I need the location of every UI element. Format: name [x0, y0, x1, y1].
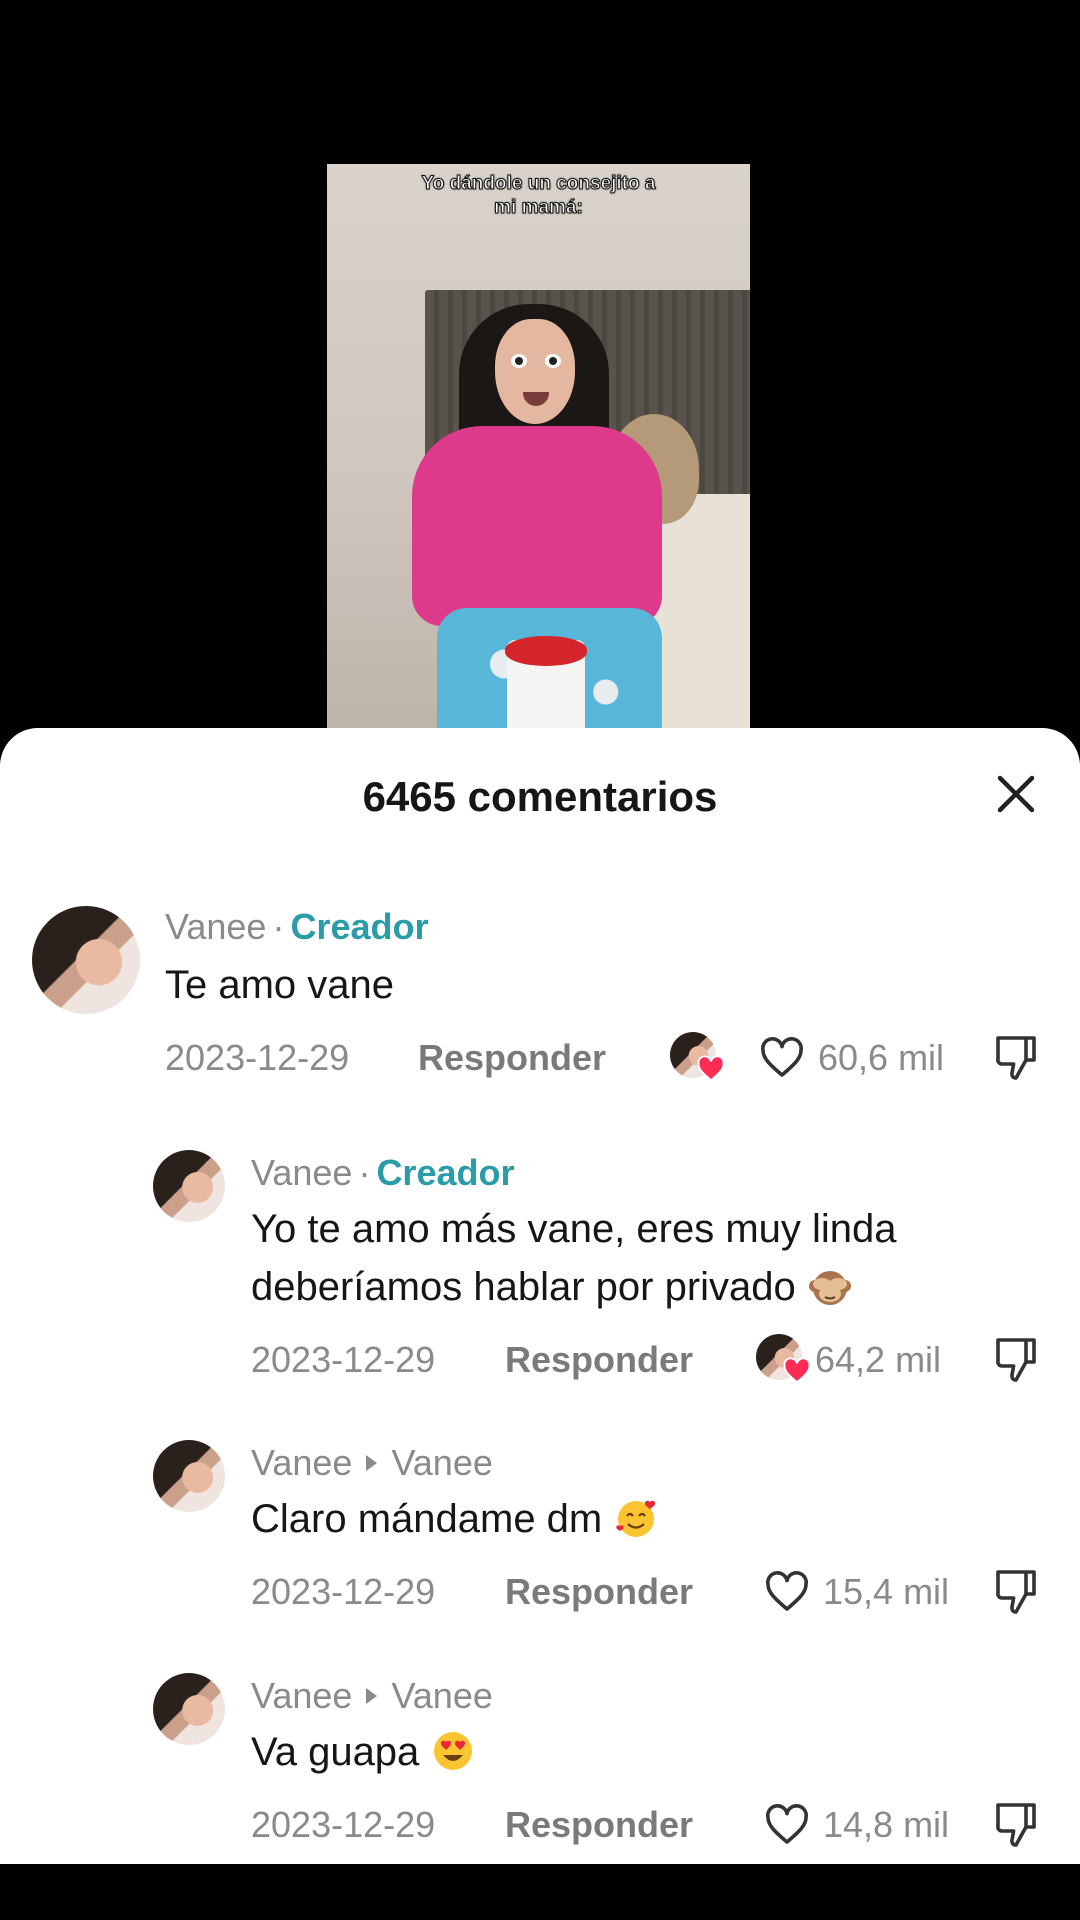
- comment-actions: 2023-12-29 Responder 64,2 mil: [0, 1330, 1080, 1390]
- close-icon: [997, 775, 1035, 813]
- comment-author[interactable]: Vanee: [251, 1442, 352, 1483]
- close-button[interactable]: [990, 768, 1042, 820]
- comment-actions: 2023-12-29 Responder 15,4 mil: [0, 1562, 1080, 1622]
- dislike-button[interactable]: [992, 1799, 1040, 1851]
- thumbs-down-icon: [996, 1338, 1036, 1382]
- liked-by-creator-indicator: [670, 1032, 725, 1084]
- reply-button[interactable]: Responder: [418, 1037, 606, 1079]
- separator-dot: ·: [358, 1152, 371, 1193]
- dislike-button[interactable]: [992, 1334, 1040, 1386]
- comment-text: Te amo vane: [165, 956, 394, 1014]
- comments-sheet: 6465 comentarios Vanee · Creador Te amo va…: [0, 728, 1080, 1864]
- like-count: 14,8 mil: [823, 1804, 950, 1845]
- avatar[interactable]: [153, 1673, 225, 1745]
- comment-text-line-content: deberíamos hablar por privado: [251, 1265, 796, 1309]
- avatar[interactable]: [153, 1440, 225, 1512]
- comments-count-title: 6465 comentarios: [362, 773, 718, 820]
- creator-badge: Creador: [376, 1152, 515, 1193]
- smiling-face-with-hearts-icon: [616, 1500, 656, 1537]
- reply-arrow-icon: [366, 1688, 378, 1704]
- comment-author-line: Vanee Vanee: [251, 1675, 493, 1717]
- thumbs-down-icon: [996, 1570, 1036, 1614]
- comment-date: 2023-12-29: [251, 1804, 436, 1845]
- comment-author-line: Vanee · Creador: [251, 1152, 514, 1194]
- dislike-button[interactable]: [992, 1566, 1040, 1618]
- heart-filled-icon: [697, 1055, 725, 1082]
- comment-author-line: Vanee Vanee: [251, 1442, 493, 1484]
- video-caption-line: mi mamá:: [494, 197, 584, 219]
- comment-text-line: deberíamos hablar por privado: [251, 1258, 897, 1316]
- like-count: 60,6 mil: [818, 1037, 945, 1078]
- video-frame[interactable]: Yo dándole un consejito a mi mamá:: [327, 164, 750, 740]
- separator-dot: ·: [272, 906, 285, 947]
- video-person-eye: [545, 354, 561, 368]
- heart-icon: [761, 1037, 803, 1077]
- video-caption-line: Yo dándole un consejito a: [421, 173, 656, 195]
- reply-button[interactable]: Responder: [505, 1571, 693, 1613]
- like-button[interactable]: [763, 1568, 811, 1616]
- comment-text: Claro mándame dm: [251, 1490, 658, 1548]
- comment-text: Yo te amo más vane, eres muy linda deber…: [251, 1200, 897, 1316]
- heart-icon: [766, 1804, 808, 1844]
- comment-date: 2023-12-29: [165, 1037, 350, 1078]
- comment-actions: 2023-12-29 Responder 60,6 mil: [0, 1028, 1080, 1088]
- reply-button[interactable]: Responder: [505, 1339, 693, 1381]
- liked-by-creator-indicator: [756, 1334, 811, 1386]
- comment-author[interactable]: Vanee: [165, 906, 266, 947]
- comment-text-line: Te amo vane: [165, 963, 395, 1007]
- heart-filled-icon: [783, 1357, 811, 1384]
- comment-actions: 2023-12-29 Responder 14,8 mil: [0, 1795, 1080, 1855]
- reply-arrow-icon: [366, 1455, 378, 1471]
- thumbs-down-icon: [996, 1036, 1036, 1080]
- like-count: 15,4 mil: [823, 1571, 950, 1612]
- thumbs-down-icon: [996, 1803, 1036, 1847]
- reply-to-author[interactable]: Vanee: [391, 1675, 492, 1716]
- comment-date: 2023-12-29: [251, 1339, 436, 1380]
- comment-text: Va guapa: [251, 1723, 475, 1781]
- avatar[interactable]: [32, 906, 140, 1014]
- comment-text-line: Yo te amo más vane, eres muy linda: [251, 1207, 897, 1251]
- avatar[interactable]: [153, 1150, 225, 1222]
- video-jar: [505, 636, 587, 740]
- comment-text-line: Va guapa: [251, 1730, 420, 1774]
- heart-eyes-icon: [434, 1732, 473, 1770]
- heart-icon: [766, 1571, 808, 1611]
- video-player[interactable]: Yo dándole un consejito a mi mamá:: [0, 0, 1080, 740]
- video-caption: Yo dándole un consejito a mi mamá:: [327, 172, 750, 220]
- comment-date: 2023-12-29: [251, 1571, 436, 1612]
- comment-text-line: Claro mándame dm: [251, 1497, 603, 1541]
- reply-to-author[interactable]: Vanee: [391, 1442, 492, 1483]
- like-button[interactable]: [763, 1801, 811, 1849]
- see-no-evil-monkey-icon: [808, 1271, 851, 1305]
- video-person-eye: [511, 354, 527, 368]
- video-bed: [647, 494, 750, 740]
- video-person-face: [495, 319, 575, 424]
- video-person-sweater: [412, 426, 662, 626]
- dislike-button[interactable]: [992, 1032, 1040, 1084]
- like-count: 64,2 mil: [815, 1339, 942, 1380]
- creator-badge: Creador: [290, 906, 429, 947]
- bottom-bar: [0, 1864, 1080, 1920]
- comment-author[interactable]: Vanee: [251, 1675, 352, 1716]
- comment-author[interactable]: Vanee: [251, 1152, 352, 1193]
- comment-author-line: Vanee · Creador: [165, 906, 428, 948]
- reply-button[interactable]: Responder: [505, 1804, 693, 1846]
- like-button[interactable]: [758, 1034, 806, 1082]
